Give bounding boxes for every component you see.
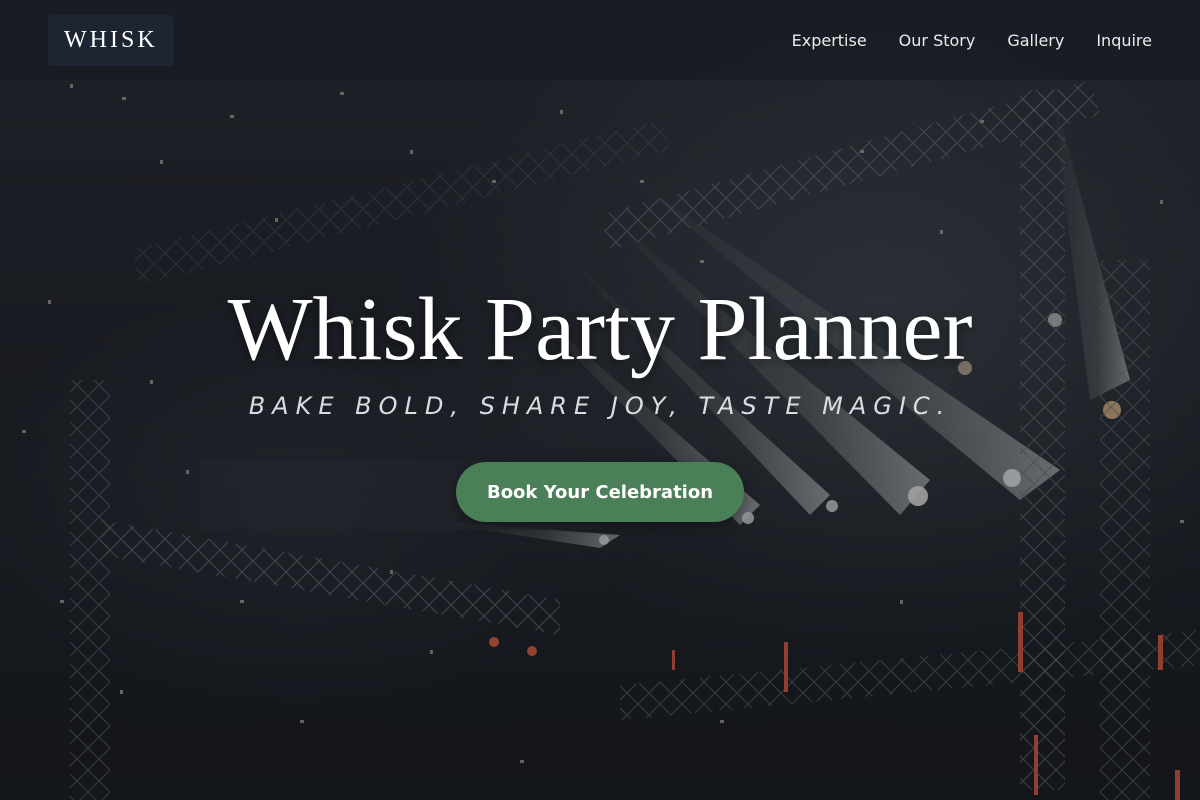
book-celebration-button[interactable]: Book Your Celebration (456, 462, 744, 522)
nav-menu: Expertise Our Story Gallery Inquire (792, 31, 1152, 50)
nav-link-expertise[interactable]: Expertise (792, 31, 867, 50)
nav-link-our-story[interactable]: Our Story (899, 31, 976, 50)
top-navbar: WHISK Expertise Our Story Gallery Inquir… (0, 0, 1200, 80)
hero-title: Whisk Party Planner (227, 280, 973, 379)
brand-logo[interactable]: WHISK (48, 14, 174, 66)
hero-section: Whisk Party Planner BAKE BOLD, SHARE JOY… (0, 0, 1200, 800)
nav-link-gallery[interactable]: Gallery (1007, 31, 1064, 50)
hero-tagline: BAKE BOLD, SHARE JOY, TASTE MAGIC. (248, 392, 952, 420)
nav-link-inquire[interactable]: Inquire (1096, 31, 1152, 50)
